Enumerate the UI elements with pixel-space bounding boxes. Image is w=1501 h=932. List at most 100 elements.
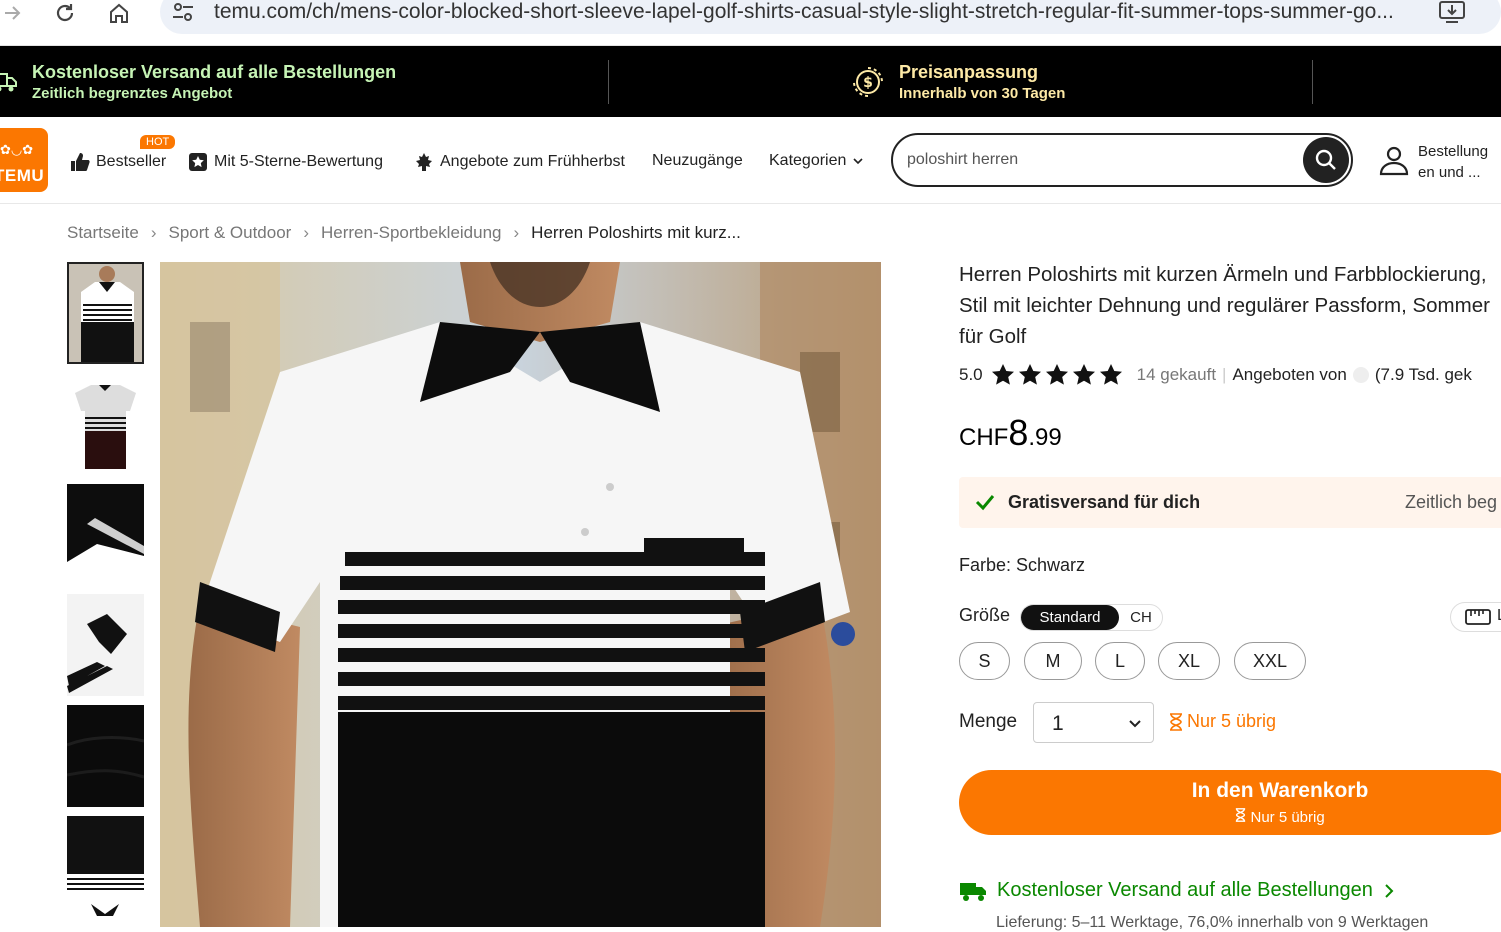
free-shipping-subtitle: Zeitlich begrenztes Angebot: [32, 85, 233, 102]
star-badge-icon: [189, 153, 207, 171]
rating-stars: [991, 363, 1123, 386]
free-shipping-label: Gratisversand für dich: [1008, 492, 1201, 512]
rating-value: 5.0: [959, 364, 983, 384]
thumbnail[interactable]: [67, 705, 144, 807]
price-main: 8: [1008, 412, 1029, 453]
stock-warning: Nur 5 übrig: [1169, 711, 1276, 732]
breadcrumb-item[interactable]: Sport & Outdoor: [168, 223, 291, 243]
install-app-icon[interactable]: [1438, 0, 1466, 24]
free-shipping-link-label: Kostenloser Versand auf alle Bestellunge…: [997, 879, 1373, 901]
promo-divider: [1312, 60, 1313, 104]
chevron-down-icon: [853, 158, 863, 165]
price-currency: CHF: [959, 424, 1009, 451]
site-settings-icon[interactable]: [172, 2, 194, 22]
chevron-right-icon: [1385, 883, 1394, 898]
seller-prefix[interactable]: Angeboten von: [1232, 365, 1346, 385]
size-system-standard[interactable]: Standard: [1021, 605, 1119, 630]
thumbs-up-icon: [71, 153, 90, 171]
color-label: Farbe: Schwarz: [959, 555, 1086, 575]
main-nav: ✿◡✿ TEMU Bestseller HOT Mit 5-Sterne-Bew…: [0, 117, 1501, 204]
nav-categories-label: Kategorien: [769, 152, 847, 169]
orders-account-link[interactable]: Bestellung en und ...: [1418, 141, 1488, 183]
nav-new-arrivals[interactable]: Neuzugänge: [652, 152, 743, 170]
price-adjust-icon: $: [853, 67, 883, 97]
free-shipping-link[interactable]: Kostenloser Versand auf alle Bestellunge…: [959, 879, 1395, 902]
size-system-ch[interactable]: CH: [1125, 605, 1157, 630]
free-shipping-note: Zeitlich beg: [1405, 492, 1498, 512]
add-to-cart-label: In den Warenkorb: [1191, 779, 1369, 802]
size-guide-button[interactable]: L: [1450, 602, 1501, 632]
nav-five-star-label: Mit 5-Sterne-Bewertung: [214, 153, 383, 170]
temu-logo[interactable]: ✿◡✿ TEMU: [0, 128, 48, 192]
nav-early-autumn-label: Angebote zum Frühherbst: [440, 153, 625, 170]
forward-icon[interactable]: [0, 0, 26, 26]
size-option-xxl[interactable]: XXL: [1234, 642, 1306, 680]
free-shipping-title: Kostenloser Versand auf alle Bestellunge…: [32, 62, 397, 82]
star-icon: [1045, 364, 1068, 385]
separator: |: [1222, 364, 1227, 384]
add-to-cart-button[interactable]: In den Warenkorb Nur 5 übrig: [959, 770, 1501, 835]
reload-icon[interactable]: [52, 0, 78, 26]
quantity-value: 1: [1052, 712, 1064, 735]
search-input[interactable]: [907, 147, 1287, 173]
breadcrumb-item[interactable]: Startseite: [67, 223, 139, 243]
promo-banner: Kostenloser Versand auf alle Bestellunge…: [0, 46, 1501, 117]
seller-avatar[interactable]: [1352, 366, 1369, 383]
size-system-toggle: Standard CH: [1020, 604, 1163, 631]
size-option-l[interactable]: L: [1095, 642, 1145, 680]
search-box[interactable]: [891, 133, 1353, 187]
rating-row: 5.0 14 gekauft | Angeboten von (7.9 Tsd.…: [959, 363, 1472, 386]
product-title: Herren Poloshirts mit kurzen Ärmeln und …: [959, 263, 1490, 348]
quantity-label: Menge: [959, 711, 1018, 732]
size-label: Größe: [959, 605, 1011, 625]
delivery-estimate: Lieferung: 5–11 Werktage, 76,0% innerhal…: [996, 914, 1429, 931]
home-icon[interactable]: [106, 0, 132, 26]
truck-icon: [960, 882, 986, 901]
logo-figures-icon: ✿◡✿: [0, 142, 34, 157]
size-option-s[interactable]: S: [959, 642, 1010, 680]
free-shipping-box: Gratisversand für dich Zeitlich beg: [959, 477, 1501, 528]
nav-new-arrivals-label: Neuzugänge: [652, 152, 743, 169]
price-adjust-subtitle: Innerhalb von 30 Tagen: [899, 85, 1066, 102]
maple-leaf-icon: [416, 153, 432, 171]
url-text[interactable]: temu.com/ch/mens-color-blocked-short-sle…: [214, 0, 1424, 24]
hot-badge: HOT: [140, 135, 176, 149]
star-icon: [1018, 364, 1041, 385]
truck-icon: [0, 73, 17, 92]
star-icon: [991, 364, 1014, 385]
breadcrumb-current: Herren Poloshirts mit kurz...: [531, 223, 741, 242]
user-icon[interactable]: [1378, 144, 1410, 176]
price-adjust-title: Preisanpassung: [899, 62, 1039, 82]
quantity-select[interactable]: 1: [1033, 702, 1154, 743]
hourglass-icon: [1236, 808, 1246, 822]
breadcrumb: Startseite › Sport & Outdoor › Herren-Spor…: [67, 223, 741, 243]
product-main-image[interactable]: [160, 262, 881, 927]
star-icon: [1099, 364, 1122, 385]
nav-early-autumn[interactable]: Angebote zum Frühherbst: [414, 152, 625, 172]
price-cents: .99: [1028, 424, 1062, 451]
thumbnail[interactable]: [67, 262, 144, 364]
breadcrumb-item[interactable]: Herren-Sportbekleidung: [321, 223, 502, 243]
product-price: CHF8.99: [959, 412, 1062, 454]
thumbnail[interactable]: [67, 484, 144, 586]
seller-stats: (7.9 Tsd. gek: [1374, 364, 1472, 384]
nav-bestseller[interactable]: Bestseller: [70, 152, 166, 172]
chevron-down-icon: [1129, 720, 1141, 728]
nav-bestseller-label: Bestseller: [96, 153, 167, 170]
thumbnail[interactable]: [67, 373, 144, 475]
size-option-xl[interactable]: XL: [1158, 642, 1220, 680]
search-icon: [1315, 149, 1336, 170]
checkmark-icon: [975, 495, 995, 511]
nav-categories[interactable]: Kategorien: [769, 152, 864, 170]
sold-count: 14 gekauft: [1136, 364, 1217, 384]
add-to-cart-stock: Nur 5 übrig: [959, 808, 1501, 826]
hourglass-icon: [1170, 712, 1182, 731]
search-button[interactable]: [1303, 137, 1349, 183]
ruler-icon: [1465, 609, 1491, 625]
size-option-m[interactable]: M: [1024, 642, 1082, 680]
promo-divider: [608, 60, 609, 104]
star-icon: [1072, 364, 1095, 385]
nav-five-star[interactable]: Mit 5-Sterne-Bewertung: [188, 152, 383, 172]
thumbnail[interactable]: [67, 594, 144, 696]
thumbnail[interactable]: [67, 816, 144, 918]
